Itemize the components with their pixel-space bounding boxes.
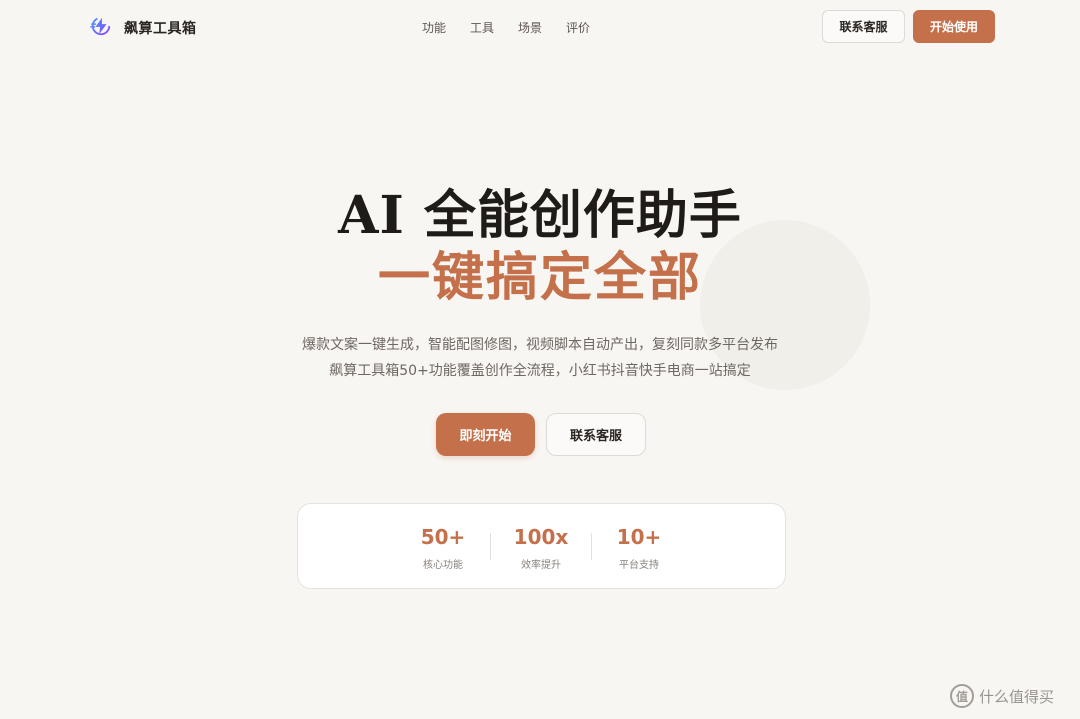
lightning-logo-icon <box>90 15 112 41</box>
brand-logo[interactable]: 飙算工具箱 <box>90 15 197 41</box>
stats-card: 50+ 核心功能 100x 效率提升 10+ 平台支持 <box>297 503 786 589</box>
header-start-button[interactable]: 开始使用 <box>913 10 995 43</box>
nav-item-features[interactable]: 功能 <box>422 19 446 36</box>
header-contact-button[interactable]: 联系客服 <box>822 10 905 43</box>
hero-subtitle: 一键搞定全部 <box>377 248 702 308</box>
hero-description-line-1: 爆款文案一键生成，智能配图修图，视频脚本自动产出，复刻同款多平台发布 <box>302 337 778 353</box>
stat-divider <box>591 533 592 560</box>
stat-core-features: 50+ 核心功能 <box>398 524 488 571</box>
contact-support-button[interactable]: 联系客服 <box>546 413 646 456</box>
main-nav: 功能 工具 场景 评价 <box>422 19 590 36</box>
stat-label: 平台支持 <box>619 560 659 571</box>
watermark-text: 什么值得买 <box>979 687 1055 706</box>
stat-platforms: 10+ 平台支持 <box>594 524 684 571</box>
watermark: 值 什么值得买 <box>950 684 1054 708</box>
hero-description: 爆款文案一键生成，智能配图修图，视频脚本自动产出，复刻同款多平台发布 飙算工具箱… <box>0 332 1080 384</box>
start-now-button[interactable]: 即刻开始 <box>436 413 535 456</box>
hero-title: AI 全能创作助手 <box>338 185 742 246</box>
stat-value: 50+ <box>420 525 466 549</box>
stat-value: 10+ <box>616 525 662 549</box>
stat-label: 核心功能 <box>423 560 463 571</box>
nav-item-tools[interactable]: 工具 <box>470 19 494 36</box>
stat-efficiency: 100x 效率提升 <box>496 524 586 571</box>
nav-item-reviews[interactable]: 评价 <box>566 19 590 36</box>
stat-divider <box>490 533 491 560</box>
stat-value: 100x <box>513 525 569 549</box>
stat-label: 效率提升 <box>521 560 561 571</box>
hero-description-line-2: 飙算工具箱50+功能覆盖创作全流程，小红书抖音快手电商一站搞定 <box>329 363 751 379</box>
watermark-badge-icon: 值 <box>950 684 974 708</box>
landing-page: 飙算工具箱 功能 工具 场景 评价 联系客服 开始使用 AI 全能创作助手 一键… <box>0 0 1080 719</box>
nav-item-scenarios[interactable]: 场景 <box>518 19 542 36</box>
brand-name: 飙算工具箱 <box>124 21 197 37</box>
